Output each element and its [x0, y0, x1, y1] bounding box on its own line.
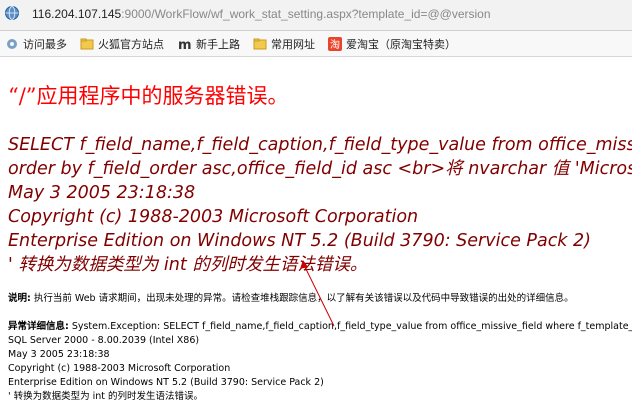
bookmark-label: 火狐官方站点: [98, 38, 164, 51]
bookmark-label: 访问最多: [23, 38, 67, 51]
bookmark-getting-started[interactable]: m 新手上路: [178, 36, 240, 52]
bookmark-common-sites[interactable]: 常用网址: [253, 36, 315, 52]
taobao-icon: 淘: [328, 37, 342, 51]
gear-icon: [7, 39, 17, 49]
url-host: 116.204.107.145: [32, 7, 122, 21]
globe-icon: [5, 6, 19, 20]
address-bar[interactable]: 116.204.107.145:9000/WorkFlow/wf_work_st…: [0, 0, 632, 31]
url-text[interactable]: 116.204.107.145:9000/WorkFlow/wf_work_st…: [32, 7, 491, 21]
folder-icon: [253, 38, 267, 50]
bookmark-ai-taobao[interactable]: 淘爱淘宝（原淘宝特卖）: [328, 36, 456, 52]
bookmark-firefox-official[interactable]: 火狐官方站点: [80, 36, 164, 52]
url-path: :9000/WorkFlow/wf_work_stat_setting.aspx…: [121, 7, 491, 21]
bookmark-most-visited[interactable]: 访问最多: [5, 36, 67, 52]
folder-icon: [80, 38, 94, 50]
svg-text:淘: 淘: [330, 38, 340, 51]
bookmark-label: 常用网址: [271, 38, 315, 51]
bookmark-label: 新手上路: [196, 38, 240, 51]
bookmarks-toolbar: 访问最多 火狐官方站点 m 新手上路 常用网址 淘爱淘宝（原淘宝特卖）: [0, 31, 632, 57]
m-icon: m: [178, 38, 192, 51]
annotation-arrow: [300, 260, 335, 327]
bookmark-label: 爱淘宝（原淘宝特卖）: [346, 38, 456, 51]
page-content: “/”应用程序中的服务器错误。 SELECT f_field_name,f_fi…: [0, 57, 632, 418]
svg-text:m: m: [178, 38, 192, 51]
